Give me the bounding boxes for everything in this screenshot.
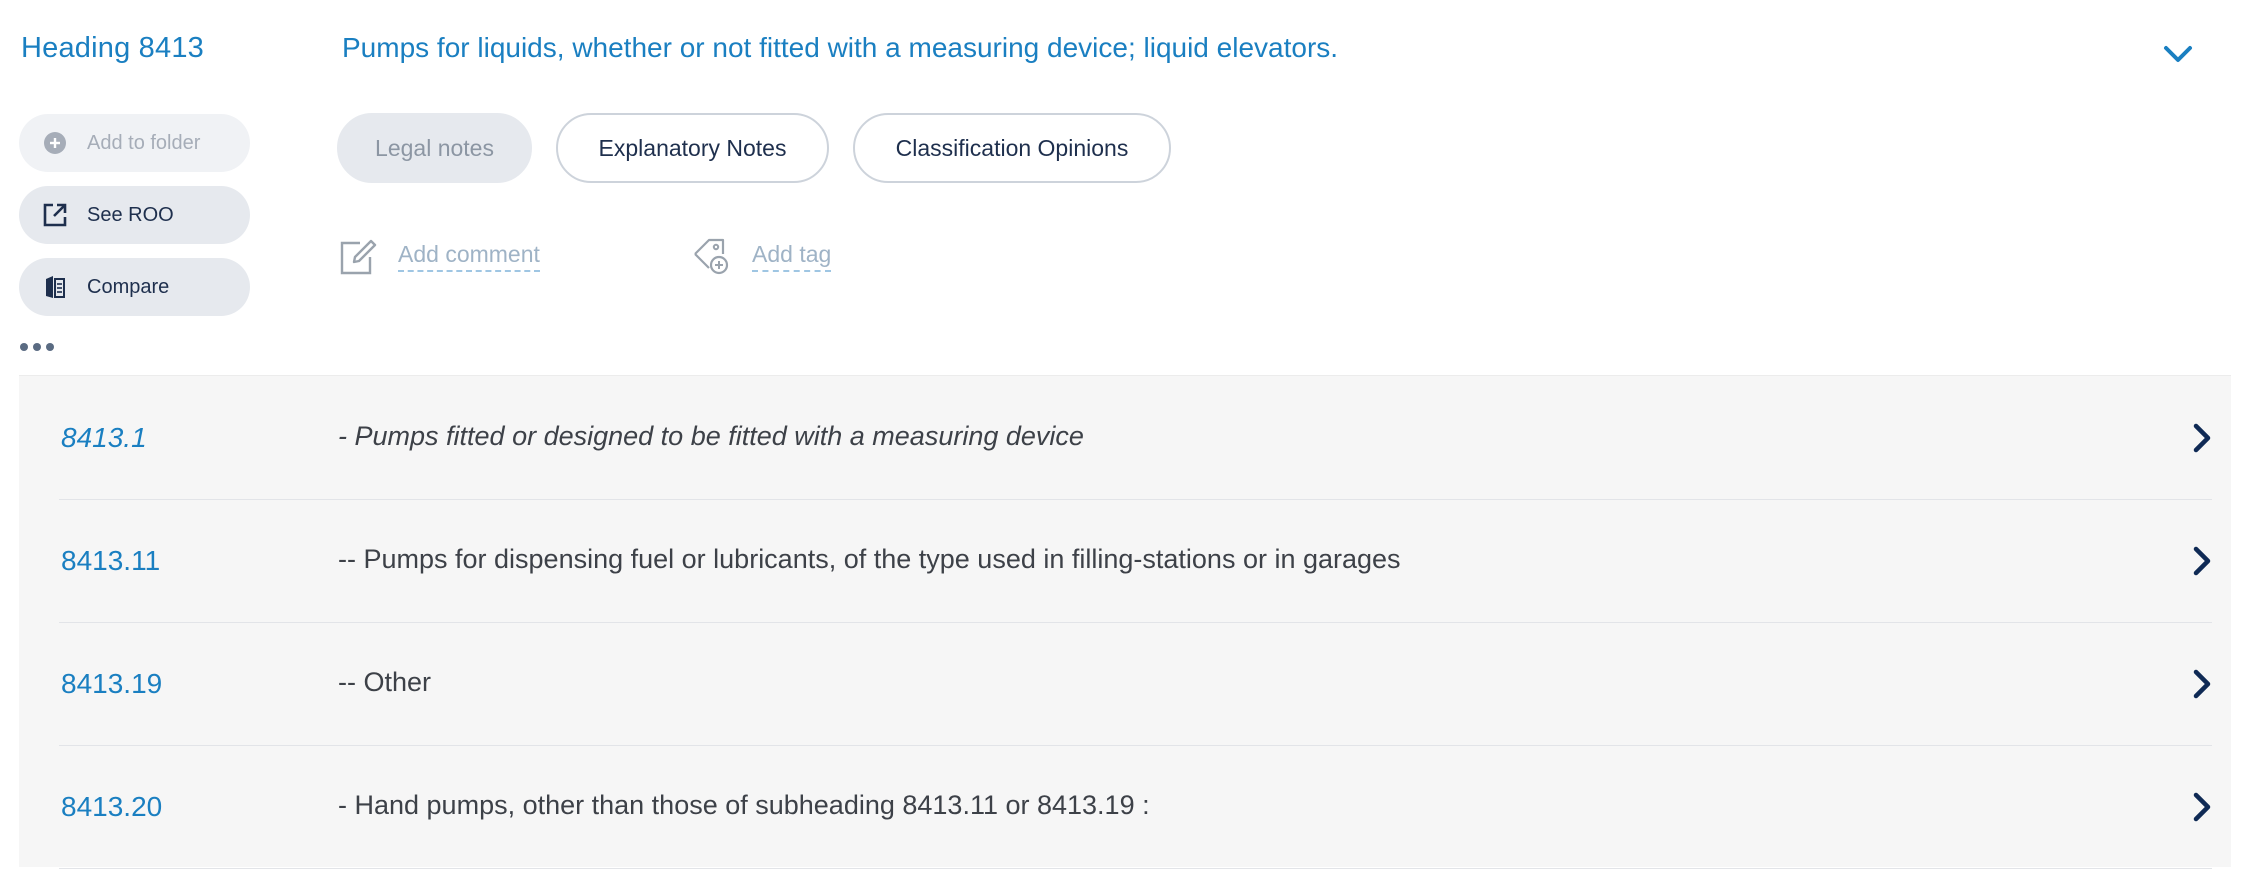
legal-notes-button[interactable]: Legal notes: [337, 113, 532, 183]
subheading-code: 8413.1: [61, 422, 147, 453]
subheadings-list: 8413.1 - Pumps fitted or designed to be …: [19, 375, 2231, 869]
chevron-right-icon: [2186, 789, 2218, 825]
subheading-description: -- Other: [338, 667, 432, 697]
dot-icon: [20, 343, 28, 351]
chevron-down-icon: [2164, 46, 2192, 62]
subheading-description: - Pumps fitted or designed to be fitted …: [338, 421, 1084, 451]
add-tag-label: Add tag: [752, 242, 832, 272]
add-comment-button[interactable]: Add comment: [336, 235, 540, 279]
plus-circle-icon: [42, 130, 68, 156]
subheading-code: 8413.20: [61, 791, 163, 822]
subheading-code: 8413.11: [61, 545, 161, 576]
explanatory-notes-button[interactable]: Explanatory Notes: [556, 113, 829, 183]
add-comment-label: Add comment: [398, 242, 540, 272]
subheading-row-8413-1[interactable]: 8413.1 - Pumps fitted or designed to be …: [59, 376, 2212, 500]
external-link-icon: [42, 202, 68, 228]
classification-opinions-button[interactable]: Classification Opinions: [853, 113, 1171, 183]
subheading-row-8413-11[interactable]: 8413.11 -- Pumps for dispensing fuel or …: [59, 499, 2212, 623]
see-roo-label: See ROO: [87, 203, 174, 226]
subheading-code: 8413.19: [61, 668, 163, 699]
add-to-folder-button[interactable]: Add to folder: [19, 114, 250, 172]
see-roo-button[interactable]: See ROO: [19, 186, 250, 244]
collapse-toggle-button[interactable]: [2158, 36, 2198, 72]
add-tag-button[interactable]: Add tag: [690, 235, 832, 279]
subheading-row-8413-19[interactable]: 8413.19 -- Other: [59, 622, 2212, 746]
edit-icon: [336, 235, 380, 279]
more-options-button[interactable]: [20, 338, 60, 356]
add-to-folder-label: Add to folder: [87, 131, 201, 154]
chevron-right-icon: [2186, 420, 2218, 456]
compare-label: Compare: [87, 275, 170, 298]
heading-code: Heading 8413: [21, 32, 204, 64]
compare-button[interactable]: Compare: [19, 258, 250, 316]
add-tag-icon: [690, 235, 734, 279]
subheading-description: -- Pumps for dispensing fuel or lubrican…: [338, 544, 1401, 574]
dot-icon: [33, 343, 41, 351]
subheading-description: - Hand pumps, other than those of subhea…: [338, 790, 1150, 820]
dot-icon: [46, 343, 54, 351]
heading-title: Pumps for liquids, whether or not fitted…: [342, 32, 1339, 63]
chevron-right-icon: [2186, 543, 2218, 579]
subheading-row-8413-20[interactable]: 8413.20 - Hand pumps, other than those o…: [59, 745, 2212, 869]
compare-icon: [42, 274, 68, 300]
chevron-right-icon: [2186, 666, 2218, 702]
